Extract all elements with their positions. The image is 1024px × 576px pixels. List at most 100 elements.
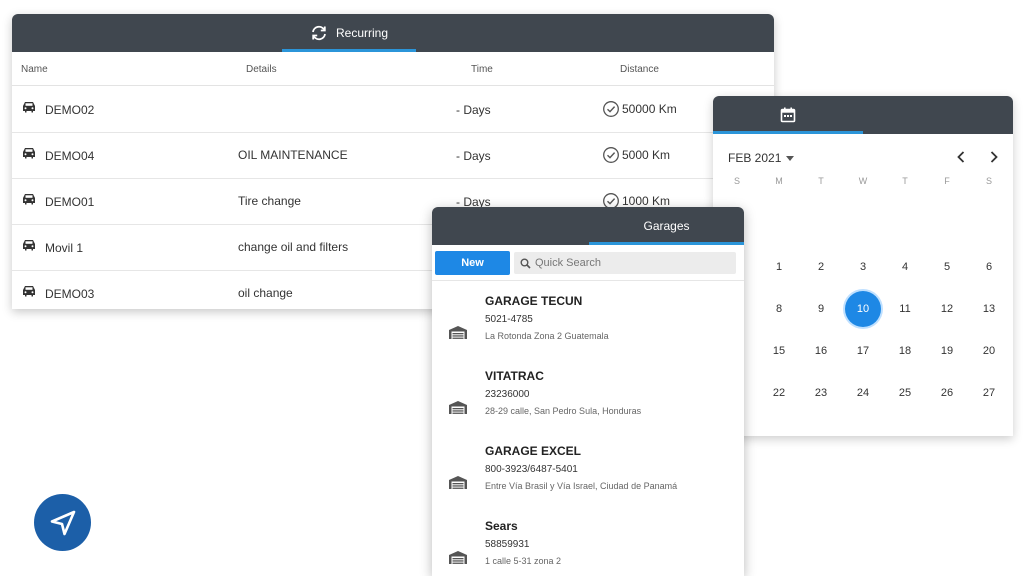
weekday-label: W (858, 176, 868, 186)
calendar-day[interactable]: 17 (845, 333, 881, 369)
row-details: change oil and filters (238, 240, 349, 254)
calendar-day[interactable]: 24 (845, 375, 881, 411)
garage-phone: 23236000 (485, 389, 530, 400)
weekday-label: M (775, 176, 783, 186)
row-distance-value: 5000 Km (622, 148, 671, 162)
row-distance-value: 1000 Km (622, 194, 671, 208)
sync-icon (310, 25, 328, 41)
garage-address: 28-29 calle, San Pedro Sula, Honduras (485, 406, 642, 416)
calendar-day[interactable]: 5 (929, 249, 965, 285)
row-name: DEMO04 (45, 149, 95, 163)
calendar-day[interactable]: 22 (761, 375, 797, 411)
check-circle-icon (603, 101, 619, 117)
column-header-name[interactable]: Name (21, 64, 48, 75)
month-label: FEB 2021 (728, 151, 782, 165)
row-details: OIL MAINTENANCE (238, 148, 348, 162)
calendar-header (713, 96, 1013, 134)
calendar-day[interactable]: 16 (803, 333, 839, 369)
table-row[interactable]: DEMO02 - Days 50000 Km (12, 87, 774, 133)
list-item[interactable]: GARAGE EXCEL 800-3923/6487-5401 Entre Ví… (432, 444, 744, 519)
car-icon (23, 240, 35, 251)
row-time: - Days (456, 103, 491, 117)
new-garage-button[interactable]: New (435, 251, 510, 275)
calendar-day[interactable]: 26 (929, 375, 965, 411)
row-distance-value: 50000 Km (622, 102, 677, 116)
garages-panel: Garages New GARAGE TECUN 5021-4785 La Ro… (432, 207, 744, 576)
tab-recurring[interactable]: Recurring (282, 14, 416, 52)
tab-garages-label: Garages (643, 219, 690, 233)
navigation-arrow-icon (50, 510, 75, 535)
search-input[interactable] (535, 257, 725, 269)
list-item[interactable]: GARAGE TECUN 5021-4785 La Rotonda Zona 2… (432, 294, 744, 369)
list-item[interactable]: VITATRAC 23236000 28-29 calle, San Pedro… (432, 369, 744, 444)
garage-icon (449, 401, 467, 414)
table-row[interactable]: DEMO04 OIL MAINTENANCE - Days 5000 Km (12, 133, 774, 179)
list-item[interactable]: Sears 58859931 1 calle 5-31 zona 2 (432, 519, 744, 576)
chevron-right-icon (990, 151, 998, 163)
calendar-day[interactable]: 15 (761, 333, 797, 369)
garage-name: GARAGE EXCEL (485, 444, 582, 458)
weekday-label: T (902, 176, 908, 186)
calendar-day[interactable]: 20 (971, 333, 1007, 369)
garage-name: Sears (485, 519, 518, 533)
calendar-day[interactable]: 12 (929, 291, 965, 327)
calendar-day[interactable]: 23 (803, 375, 839, 411)
recurring-table-header: Name Details Time Distance (12, 52, 774, 86)
garage-address: 1 calle 5-31 zona 2 (485, 556, 562, 566)
car-icon (23, 286, 35, 297)
search-icon (520, 258, 531, 269)
caret-down-icon (786, 155, 795, 161)
row-time: - Days (456, 149, 491, 163)
calendar-day[interactable]: 9 (803, 291, 839, 327)
calendar-panel: FEB 2021 S M T W T F S 1 2 3 4 5 6 8 9 1… (713, 96, 1013, 436)
column-header-distance[interactable]: Distance (620, 64, 659, 75)
calendar-day[interactable]: 1 (761, 249, 797, 285)
calendar-day[interactable]: 25 (887, 375, 923, 411)
garage-phone: 800-3923/6487-5401 (485, 464, 578, 475)
calendar-day[interactable]: 3 (845, 249, 881, 285)
divider (432, 280, 744, 281)
row-name: DEMO02 (45, 103, 95, 117)
chevron-left-icon (957, 151, 965, 163)
calendar-day[interactable]: 8 (761, 291, 797, 327)
garage-icon (449, 476, 467, 489)
tab-calendar[interactable] (713, 96, 863, 134)
garage-phone: 5021-4785 (485, 314, 533, 325)
calendar-day[interactable]: 19 (929, 333, 965, 369)
weekday-label: T (818, 176, 824, 186)
calendar-day[interactable]: 6 (971, 249, 1007, 285)
next-month-button[interactable] (985, 148, 1003, 166)
calendar-day[interactable]: 11 (887, 291, 923, 327)
recurring-header: Recurring (12, 14, 774, 52)
column-header-details[interactable]: Details (246, 64, 277, 75)
calendar-day[interactable]: 27 (971, 375, 1007, 411)
month-selector[interactable]: FEB 2021 (728, 151, 795, 165)
calendar-day[interactable]: 13 (971, 291, 1007, 327)
tab-garages[interactable]: Garages (589, 207, 744, 245)
weekday-label: S (733, 176, 740, 186)
garage-address: La Rotonda Zona 2 Guatemala (485, 331, 609, 341)
active-tab-indicator (713, 131, 863, 134)
check-circle-icon (603, 147, 619, 163)
car-icon (23, 102, 35, 113)
calendar-icon (780, 107, 796, 123)
tab-recurring-label: Recurring (335, 26, 389, 40)
calendar-day[interactable]: 4 (887, 249, 923, 285)
garages-header: Garages (432, 207, 744, 245)
weekday-label: S (985, 176, 992, 186)
calendar-day[interactable]: 18 (887, 333, 923, 369)
quick-search (514, 252, 736, 274)
garage-icon (449, 326, 467, 339)
prev-month-button[interactable] (952, 148, 970, 166)
garage-phone: 58859931 (485, 539, 530, 550)
row-distance: 50000 Km (602, 100, 677, 118)
column-header-time[interactable]: Time (471, 64, 493, 75)
calendar-day[interactable]: 2 (803, 249, 839, 285)
garage-name: GARAGE TECUN (485, 294, 583, 308)
calendar-day-selected[interactable]: 10 (845, 291, 881, 327)
row-name: DEMO03 (45, 287, 95, 301)
row-name: Movil 1 (45, 241, 84, 255)
row-distance: 5000 Km (602, 146, 670, 164)
row-details: Tire change (238, 194, 301, 208)
row-name: DEMO01 (45, 195, 95, 209)
